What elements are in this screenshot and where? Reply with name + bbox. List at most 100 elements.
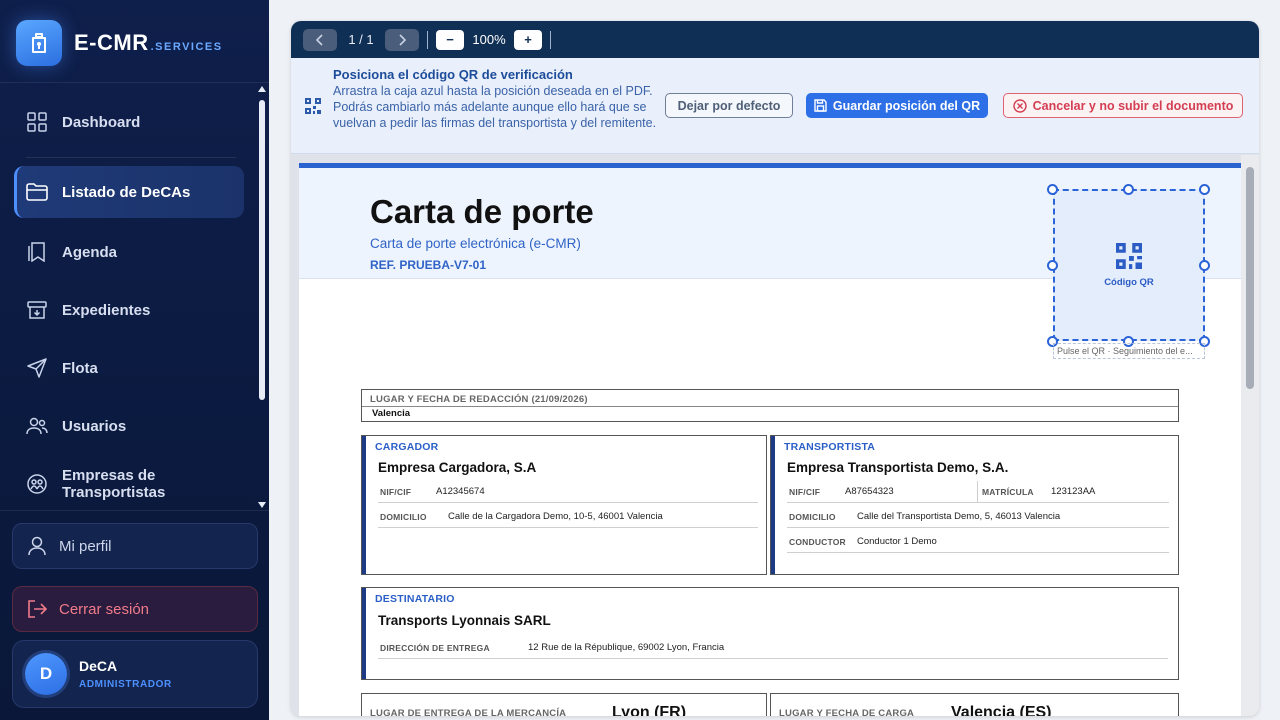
cargador-box: CARGADOR Empresa Cargadora, S.A NIF/CIF …: [361, 435, 767, 575]
transportista-conductor-field: CONDUCTOR Conductor 1 Demo: [787, 531, 1169, 553]
sidebar-item-empresas-transportistas[interactable]: Empresas de Transportistas: [14, 458, 244, 510]
user-card[interactable]: D DeCA ADMINISTRADOR: [12, 640, 258, 708]
sidebar-item-flota[interactable]: Flota: [14, 342, 244, 394]
sidebar-item-dashboard[interactable]: Dashboard: [14, 96, 244, 148]
qr-caption: Pulse el QR · Seguimiento del e...: [1053, 343, 1205, 359]
sidebar-nav: Dashboard Listado de DeCAs Agenda Expedi…: [0, 94, 258, 510]
cancel-upload-button[interactable]: Cancelar y no subir el documento: [1003, 93, 1243, 118]
avatar: D: [25, 653, 67, 695]
section-accent: [771, 436, 775, 574]
carga-box: LUGAR Y FECHA DE CARGA Valencia (ES): [770, 693, 1179, 716]
brand[interactable]: E-CMR .SERVICES: [16, 20, 223, 66]
default-position-label: Dejar por defecto: [677, 98, 781, 113]
scroll-thumb[interactable]: [259, 100, 265, 400]
page-indicator: 1 / 1: [348, 32, 374, 47]
field-value: Conductor 1 Demo: [857, 536, 937, 547]
document-subtitle: Carta de porte electrónica (e-CMR): [370, 236, 581, 251]
qr-box-content: Código QR: [1055, 243, 1203, 288]
resize-handle-right[interactable]: [1199, 260, 1210, 271]
logout-button[interactable]: Cerrar sesión: [12, 586, 258, 632]
prev-page-button[interactable]: [303, 28, 337, 51]
save-qr-position-button[interactable]: Guardar posición del QR: [806, 93, 988, 118]
transportista-matricula-field: MATRÍCULA 123123AA: [977, 481, 1169, 503]
logout-icon: [27, 599, 47, 619]
next-page-button[interactable]: [385, 28, 419, 51]
field-value: A12345674: [436, 486, 485, 497]
sidebar-item-label: Empresas de Transportistas: [62, 467, 166, 501]
field-key: MATRÍCULA: [982, 487, 1034, 497]
user-role: ADMINISTRADOR: [79, 679, 172, 690]
viewer-scroll-thumb[interactable]: [1246, 167, 1254, 389]
chevron-right-icon: [399, 33, 406, 46]
cargador-domicilio-field: DOMICILIO Calle de la Cargadora Demo, 10…: [378, 506, 758, 528]
divider: [427, 30, 428, 49]
zoom-level: 100%: [472, 32, 506, 47]
field-key: CONDUCTOR: [789, 537, 846, 547]
section-accent: [362, 588, 366, 679]
cancel-upload-label: Cancelar y no subir el documento: [1032, 98, 1234, 113]
scroll-up-arrow-icon[interactable]: [258, 86, 266, 92]
archive-box-icon: [26, 299, 48, 321]
brand-suffix: .SERVICES: [150, 41, 223, 53]
pdf-viewer: 1 / 1 − 100% + Posiciona el código QR de…: [291, 21, 1259, 716]
sidebar-item-expedientes[interactable]: Expedientes: [14, 284, 244, 336]
sidebar-scrollbar[interactable]: [258, 86, 266, 508]
divider: [26, 157, 236, 158]
resize-handle-top-left[interactable]: [1047, 184, 1058, 195]
cargador-name: Empresa Cargadora, S.A: [378, 460, 537, 475]
banner-title: Posiciona el código QR de verificación: [333, 67, 573, 82]
field-value: Calle de la Cargadora Demo, 10-5, 46001 …: [448, 511, 663, 522]
sidebar-item-label: Agenda: [62, 243, 118, 261]
transportista-domicilio-field: DOMICILIO Calle del Transportista Demo, …: [787, 506, 1169, 528]
folder-icon: [26, 181, 48, 203]
divider: [550, 30, 551, 49]
sidebar: E-CMR .SERVICES Dashboard Listado de DeC…: [0, 0, 269, 720]
field-value: 12 Rue de la République, 69002 Lyon, Fra…: [528, 642, 725, 653]
field-key: DOMICILIO: [789, 512, 836, 522]
resize-handle-top-right[interactable]: [1199, 184, 1210, 195]
cargador-label: CARGADOR: [375, 441, 439, 453]
zoom-out-button[interactable]: −: [436, 29, 464, 50]
redaction-label: LUGAR Y FECHA DE REDACCIÓN (21/09/2026): [370, 394, 588, 405]
sidebar-item-label: Dashboard: [62, 113, 141, 131]
transportista-nif-field: NIF/CIF A87654323: [787, 481, 979, 503]
sidebar-item-usuarios[interactable]: Usuarios: [14, 400, 244, 452]
field-key: NIF/CIF: [789, 487, 821, 497]
viewer-scrollbar[interactable]: [1241, 155, 1259, 716]
qr-code-icon: [305, 98, 321, 119]
send-arrow-icon: [26, 357, 48, 379]
document-title: Carta de porte: [370, 193, 594, 230]
profile-label: Mi perfil: [59, 537, 112, 555]
companies-icon: [26, 473, 48, 495]
save-disk-icon: [814, 99, 827, 112]
destinatario-label: DESTINATARIO: [375, 593, 455, 605]
document-canvas: Carta de porte Carta de porte electrónic…: [291, 155, 1259, 716]
sidebar-item-listado-decas[interactable]: Listado de DeCAs: [14, 166, 244, 218]
destinatario-entrega-field: DIRECCIÓN DE ENTREGA 12 Rue de la Républ…: [378, 637, 1168, 659]
sidebar-item-label: Flota: [62, 359, 98, 377]
profile-button[interactable]: Mi perfil: [12, 523, 258, 569]
resize-handle-left[interactable]: [1047, 260, 1058, 271]
transportista-label: TRANSPORTISTA: [784, 441, 876, 453]
qr-box-label: Código QR: [1104, 277, 1154, 288]
qr-code-icon: [1116, 243, 1142, 269]
carga-value: Valencia (ES): [951, 704, 1052, 716]
viewer-toolbar: 1 / 1 − 100% +: [291, 21, 1259, 58]
resize-handle-top[interactable]: [1123, 184, 1134, 195]
scroll-down-arrow-icon[interactable]: [258, 502, 266, 508]
field-value: 123123AA: [1051, 486, 1096, 497]
field-key: DIRECCIÓN DE ENTREGA: [380, 643, 490, 653]
default-position-button[interactable]: Dejar por defecto: [665, 93, 793, 118]
zoom-in-button[interactable]: +: [514, 29, 542, 50]
transportista-name: Empresa Transportista Demo, S.A.: [787, 460, 1009, 475]
section-accent: [362, 436, 366, 574]
qr-drag-box[interactable]: Código QR: [1053, 189, 1205, 341]
sidebar-item-agenda[interactable]: Agenda: [14, 226, 244, 278]
entrega-mercancia-label: LUGAR DE ENTREGA DE LA MERCANCÍA: [370, 708, 567, 716]
save-qr-position-label: Guardar posición del QR: [832, 98, 981, 113]
cargador-nif-field: NIF/CIF A12345674: [378, 481, 758, 503]
chevron-left-icon: [316, 33, 323, 46]
bookmark-icon: [26, 241, 48, 263]
sidebar-item-label: Listado de DeCAs: [62, 183, 191, 201]
pdf-page: Carta de porte Carta de porte electrónic…: [299, 163, 1241, 716]
